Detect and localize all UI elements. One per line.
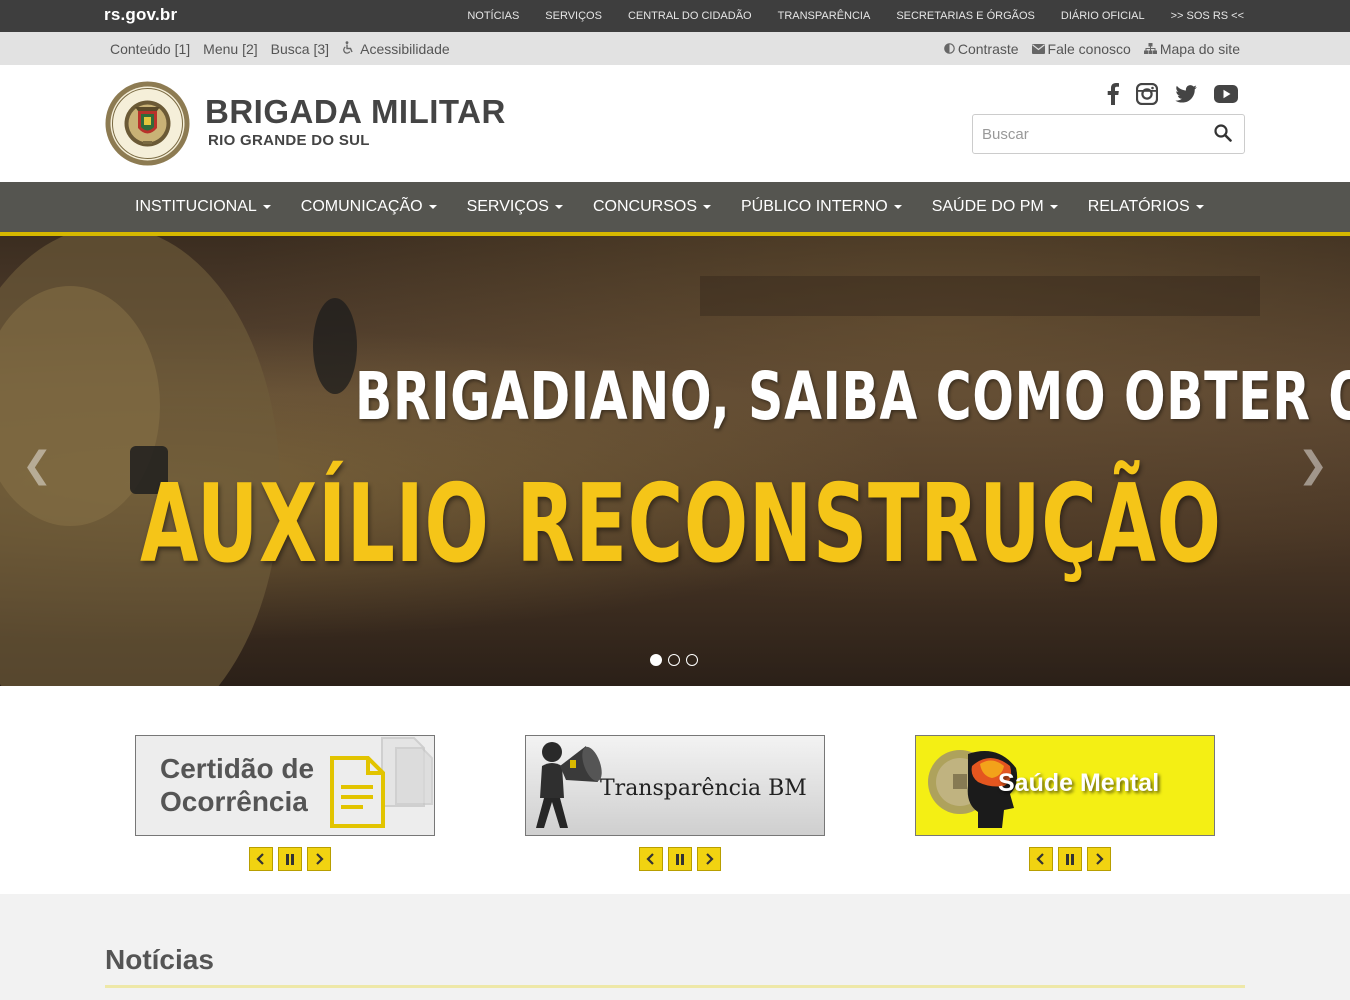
- banner1-controls: [249, 847, 336, 871]
- hero-carousel[interactable]: BRIGADIANO, SAIBA COMO OBTER O AUXÍLIO R…: [0, 236, 1350, 686]
- site-header: BRIGADA MILITAR RIO GRANDE DO SUL: [0, 65, 1350, 182]
- news-divider: [105, 985, 1245, 988]
- carousel-prev-icon[interactable]: ❮: [22, 444, 52, 486]
- carousel-indicator-3[interactable]: [686, 654, 698, 666]
- banner-transparencia-bm[interactable]: Transparência BM: [525, 735, 825, 836]
- nav-publico-interno[interactable]: PÚBLICO INTERNO: [726, 198, 917, 216]
- sitemap-icon: [1143, 43, 1157, 54]
- slide-background-decoration: [0, 236, 1260, 686]
- main-navigation: INSTITUCIONAL COMUNICAÇÃO SERVIÇOS CONCU…: [0, 182, 1350, 236]
- pause-icon[interactable]: [278, 847, 302, 871]
- chevron-right-icon[interactable]: [307, 847, 331, 871]
- nav-institucional[interactable]: INSTITUCIONAL: [120, 198, 286, 216]
- accessibility-bar: Conteúdo [1] Menu [2] Busca [3] Acessibi…: [0, 32, 1350, 65]
- carousel-indicator-2[interactable]: [668, 654, 680, 666]
- site-subtitle: RIO GRANDE DO SUL: [208, 132, 370, 149]
- sitemap-label: Mapa do site: [1159, 40, 1240, 57]
- gov-links: NOTÍCIAS SERVIÇOS CENTRAL DO CIDADÃO TRA…: [441, 0, 1244, 32]
- nav-label: COMUNICAÇÃO: [300, 198, 423, 215]
- nav-saude-do-pm[interactable]: SAÚDE DO PM: [917, 198, 1073, 216]
- gov-link-secretarias[interactable]: SECRETARIAS E ÓRGÃOS: [896, 10, 1035, 22]
- chevron-right-icon[interactable]: [697, 847, 721, 871]
- banner2-text: Transparência BM: [600, 776, 807, 801]
- chevron-right-icon[interactable]: [1087, 847, 1111, 871]
- skip-search-link[interactable]: Busca [3]: [271, 41, 329, 57]
- social-links: [1090, 83, 1238, 105]
- chevron-left-icon[interactable]: [249, 847, 273, 871]
- nav-servicos[interactable]: SERVIÇOS: [452, 198, 578, 216]
- banner-section: Certidão de Ocorrência Transparência BM: [0, 686, 1350, 894]
- news-section: Notícias: [0, 894, 1350, 1000]
- contact-label: Fale conosco: [1047, 40, 1131, 57]
- gov-link-noticias[interactable]: NOTÍCIAS: [467, 10, 519, 22]
- nav-label: INSTITUCIONAL: [135, 198, 257, 215]
- gov-brand-link[interactable]: rs.gov.br: [104, 5, 177, 25]
- document-icon: [330, 737, 433, 828]
- search-input[interactable]: [973, 115, 1198, 153]
- nav-label: CONCURSOS: [592, 198, 697, 215]
- banner1-line1: Certidão de: [160, 753, 315, 784]
- pause-icon[interactable]: [1058, 847, 1082, 871]
- instagram-icon[interactable]: [1136, 83, 1158, 105]
- pause-icon[interactable]: [668, 847, 692, 871]
- search-box: [972, 114, 1245, 154]
- caret-down-icon: [893, 205, 902, 209]
- envelope-icon: [1031, 43, 1045, 54]
- banner-saude-mental[interactable]: Saúde Mental: [915, 735, 1215, 836]
- caret-down-icon: [1049, 205, 1058, 209]
- wheelchair-icon: [343, 40, 353, 54]
- slide-headline-line2: AUXÍLIO RECONSTRUÇÃO: [140, 462, 1222, 587]
- contrast-label: Contraste: [957, 40, 1019, 57]
- banner-certidao-ocorrencia[interactable]: Certidão de Ocorrência: [135, 735, 435, 836]
- twitter-icon[interactable]: [1175, 85, 1197, 103]
- chevron-left-icon[interactable]: [639, 847, 663, 871]
- nav-label: SERVIÇOS: [466, 198, 549, 215]
- accessibility-link[interactable]: Acessibilidade: [342, 41, 450, 57]
- skip-menu-link[interactable]: Menu [2]: [203, 41, 257, 57]
- gov-link-sos-rs[interactable]: >> SOS RS <<: [1171, 10, 1244, 22]
- skip-content-link[interactable]: Conteúdo [1]: [110, 41, 190, 57]
- nav-label: PÚBLICO INTERNO: [741, 198, 888, 215]
- facebook-icon[interactable]: [1107, 83, 1119, 105]
- caret-down-icon: [1195, 205, 1204, 209]
- banner2-controls: [639, 847, 726, 871]
- nav-comunicacao[interactable]: COMUNICAÇÃO: [286, 198, 452, 216]
- sitemap-link[interactable]: Mapa do site: [1143, 40, 1240, 57]
- search-icon[interactable]: [1214, 124, 1232, 147]
- contrast-link[interactable]: Contraste: [944, 41, 1019, 57]
- youtube-icon[interactable]: [1214, 85, 1238, 103]
- site-title: BRIGADA MILITAR: [205, 93, 506, 130]
- carousel-indicators: [650, 654, 704, 666]
- megaphone-figure-icon: [536, 742, 602, 828]
- caret-down-icon: [262, 205, 271, 209]
- caret-down-icon: [703, 205, 711, 209]
- gov-link-central-cidadao[interactable]: CENTRAL DO CIDADÃO: [628, 10, 752, 22]
- news-heading: Notícias: [105, 944, 214, 975]
- accessibility-label: Acessibilidade: [360, 40, 450, 57]
- gov-link-diario-oficial[interactable]: DIÁRIO OFICIAL: [1061, 10, 1145, 22]
- gov-bar: rs.gov.br NOTÍCIAS SERVIÇOS CENTRAL DO C…: [0, 0, 1350, 32]
- slide-headline-line1: BRIGADIANO, SAIBA COMO OBTER O: [355, 358, 1350, 435]
- caret-down-icon: [554, 205, 563, 209]
- banner3-text: Saúde Mental: [998, 769, 1160, 797]
- contrast-icon: [944, 43, 955, 54]
- carousel-next-icon[interactable]: ❯: [1298, 444, 1328, 486]
- caret-down-icon: [428, 205, 437, 209]
- gov-link-servicos[interactable]: SERVIÇOS: [545, 10, 602, 22]
- brigada-militar-seal-logo[interactable]: [105, 81, 190, 166]
- banner3-controls: [1029, 847, 1116, 871]
- gov-link-transparencia[interactable]: TRANSPARÊNCIA: [778, 10, 871, 22]
- carousel-indicator-1[interactable]: [650, 654, 662, 666]
- chevron-left-icon[interactable]: [1029, 847, 1053, 871]
- nav-label: RELATÓRIOS: [1087, 198, 1190, 215]
- contact-link[interactable]: Fale conosco: [1031, 40, 1131, 57]
- nav-relatorios[interactable]: RELATÓRIOS: [1073, 198, 1219, 216]
- banner1-line2: Ocorrência: [160, 786, 308, 817]
- nav-label: SAÚDE DO PM: [931, 198, 1044, 215]
- nav-concursos[interactable]: CONCURSOS: [578, 198, 726, 216]
